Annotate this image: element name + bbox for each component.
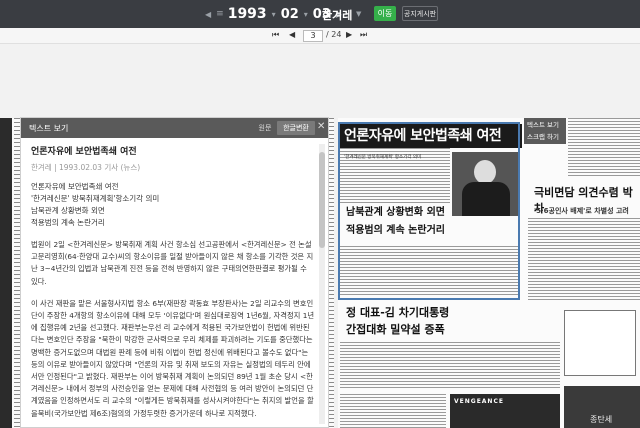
article-body: 법원이 2일 <한겨레신문> 방북취재 계획 사건 항소심 선고공판에서 <한겨… [31, 239, 315, 420]
paragraph: 이 사건 재판을 맡은 서울형사지법 항소 6부(재판장 곽동효 부장판사)는 … [31, 298, 315, 418]
prev-page-icon[interactable]: ◀ [289, 30, 295, 39]
menu-icon[interactable]: ≡ [216, 9, 224, 19]
scrap-link[interactable]: 스크랩 하기 [527, 131, 563, 143]
selected-article-frame[interactable] [338, 122, 520, 300]
month-value[interactable]: 02 [281, 7, 299, 22]
paragraph: 법원이 2일 <한겨레신문> 방북취재 계획 사건 항소심 선고공판에서 <한겨… [31, 240, 314, 286]
page-total: / 24 [326, 30, 342, 39]
last-page-icon[interactable]: ⏭ [360, 30, 367, 40]
lower-headline: 정 대표-김 차기대통령 간접대화 밀약설 증폭 [346, 306, 450, 336]
article-meta: 한겨레 | 1993.02.03 기사 (뉴스) [31, 163, 141, 172]
tab-original[interactable]: 원문 [255, 121, 275, 135]
page-number-input[interactable]: 3 [303, 30, 323, 42]
notice-board-button[interactable]: 공지게시판 [402, 6, 438, 21]
tab-hangul-convert[interactable]: 한글변환 [277, 121, 315, 135]
ad-label: VENGEANCE [454, 398, 504, 405]
text-view-panel: 텍스트 보기 원문 한글변환 ✕ 언론자유에 보안법족쇄 여전 한겨레 | 19… [20, 117, 329, 428]
editorial-cartoon [564, 310, 636, 376]
article-title: 언론자유에 보안법족쇄 여전 [31, 147, 137, 157]
next-page-icon[interactable]: ▶ [346, 30, 352, 39]
newspaper-dropdown-icon[interactable]: ▼ [356, 10, 361, 18]
article-lead: 언론자유에 보안법족쇄 여전 '한겨레신문' 방북취재계획'항소기각 의미 남북… [31, 181, 315, 229]
text-column [528, 218, 640, 300]
lead-line: 남북관계 상황변화 외면 [31, 206, 105, 215]
article-action-menu: 텍스트 보기 스크랩 하기 [524, 118, 566, 144]
year-value[interactable]: 1993 [228, 6, 267, 22]
newspaper-selector[interactable]: 한겨레 [322, 7, 352, 23]
text-column [568, 118, 640, 178]
first-page-icon[interactable]: ⏮ [272, 30, 279, 40]
go-button[interactable]: 이동 [374, 6, 396, 21]
prev-date-icon[interactable]: ◀ [205, 10, 211, 19]
text-view-link[interactable]: 텍스트 보기 [527, 119, 563, 131]
text-column [340, 394, 446, 428]
panel-header: 텍스트 보기 원문 한글변환 ✕ [21, 118, 328, 138]
side-subheadline: '5·6공인사 배제'로 차별성 고려 [534, 207, 629, 215]
newspaper-page-right: '한겨레신문 방북취재계획' 항소기각 의미 남북관계 상황변화 외면 적용범의… [338, 118, 640, 428]
year-dropdown-icon[interactable]: ▾ [272, 10, 276, 19]
text-column [340, 342, 560, 390]
month-dropdown-icon[interactable]: ▾ [304, 10, 308, 19]
panel-title: 텍스트 보기 [29, 124, 69, 133]
close-icon[interactable]: ✕ [317, 121, 325, 132]
viewer-left-edge [0, 118, 12, 428]
lead-line: 언론자유에 보안법족쇄 여전 [31, 182, 119, 191]
panel-scrollbar[interactable] [319, 144, 325, 424]
lead-line: '한겨레신문' 방북취재계획'항소기각 의미 [31, 194, 160, 203]
lead-line: 적용범의 계속 논란거리 [31, 218, 105, 227]
scroll-thumb[interactable] [319, 152, 325, 248]
top-toolbar: ◀ ≡ 1993 ▾ 02 ▾ 03 ▶ 한겨레 ▼ 이동 공지게시판 [0, 0, 640, 28]
article-text: 언론자유에 보안법족쇄 여전 한겨레 | 1993.02.03 기사 (뉴스) … [31, 144, 315, 424]
ad-text: 종탄세 [590, 415, 613, 424]
page-navigation: ⏮ ◀ 3 / 24 ▶ ⏭ [0, 28, 640, 44]
